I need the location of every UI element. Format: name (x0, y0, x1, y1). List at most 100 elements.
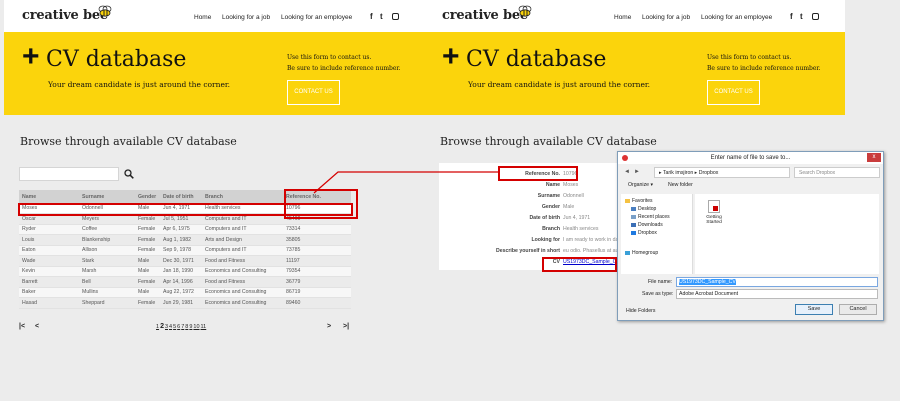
cell-gender: Male (135, 255, 160, 267)
first-page-button[interactable]: |< (19, 323, 25, 330)
hero-banner: + CV database Your dream candidate is ju… (4, 32, 425, 115)
site-logo[interactable]: creative bee (442, 8, 528, 23)
nav-looking-for-job[interactable]: Looking for a job (642, 14, 690, 21)
page-link-current[interactable]: 2 (160, 323, 164, 330)
column-header-surname[interactable]: Surname (79, 190, 135, 203)
prev-page-button[interactable]: < (35, 323, 39, 330)
contact-info-line: Use this form to contact us. (707, 54, 792, 61)
facebook-icon[interactable]: f (370, 12, 373, 21)
contact-info-line: Be sure to include reference number. (707, 65, 821, 72)
next-page-button[interactable]: > (327, 323, 331, 330)
page-link[interactable]: 10 (193, 324, 199, 330)
page-link[interactable]: 11 (201, 324, 207, 330)
nav-recent-places[interactable]: Recent places (631, 214, 670, 220)
save-type-select[interactable]: Adobe Acrobat Document (676, 289, 878, 299)
nav-looking-for-job[interactable]: Looking for a job (222, 14, 270, 21)
cell-dob: Jan 18, 1990 (160, 266, 202, 277)
column-header-gender[interactable]: Gender (135, 190, 160, 203)
close-button[interactable]: x (867, 153, 881, 162)
organize-menu[interactable]: Organize ▾ (628, 182, 653, 188)
page-link[interactable]: 5 (173, 324, 176, 330)
cell-reference: 36779 (283, 276, 351, 288)
save-button[interactable]: Save (795, 304, 833, 315)
table-row[interactable]: Hasad Sheppard Female Jun 29, 1981 Econo… (19, 297, 351, 309)
contact-us-button[interactable]: CONTACT US (707, 80, 760, 105)
search-icon[interactable] (124, 169, 134, 179)
cell-branch: Food and Fitness (202, 276, 283, 288)
contact-us-button[interactable]: CONTACT US (287, 80, 340, 105)
table-row[interactable]: Eaton Allison Female Sep 9, 1978 Compute… (19, 245, 351, 256)
nav-looking-for-employee[interactable]: Looking for an employee (701, 14, 772, 21)
page-link[interactable]: 7 (181, 324, 184, 330)
page-link[interactable]: 1 (156, 324, 159, 330)
nav-dropbox[interactable]: Dropbox (631, 230, 657, 236)
table-row[interactable]: Baker Mullins Male Aug 22, 1972 Economic… (19, 287, 351, 298)
page-title: CV database (466, 47, 607, 72)
cell-surname: Mullins (79, 287, 135, 298)
new-folder-button[interactable]: New folder (668, 182, 693, 188)
twitter-icon[interactable]: t (800, 12, 803, 21)
back-button[interactable]: ◄ (624, 169, 630, 175)
nav-looking-for-employee[interactable]: Looking for an employee (281, 14, 352, 21)
page-link[interactable]: 3 (165, 324, 168, 330)
table-row[interactable]: Ryder Coffee Female Apr 6, 1975 Computer… (19, 224, 351, 235)
page-subtitle: Your dream candidate is just around the … (468, 80, 651, 89)
browse-heading: Browse through available CV database (20, 135, 237, 148)
column-header-dob[interactable]: Date of birth (160, 190, 202, 203)
address-bar[interactable]: ▸ Tarik imsjiron ▸ Dropbox (654, 167, 790, 178)
nav-homegroup[interactable]: Homegroup (625, 250, 658, 256)
cell-surname: Coffee (79, 224, 135, 235)
hero-banner: + CV database Your dream candidate is ju… (424, 32, 845, 115)
reference-highlight-box (284, 189, 358, 219)
cell-dob: Apr 14, 1996 (160, 276, 202, 288)
bee-icon (518, 5, 532, 17)
cell-branch: Economics and Consulting (202, 266, 283, 277)
nav-home[interactable]: Home (194, 14, 211, 21)
column-header-branch[interactable]: Branch (202, 190, 283, 203)
nav-label: Recent places (638, 214, 670, 220)
file-name-input[interactable]: US1973DC_Sample_CV (676, 277, 878, 287)
page-link[interactable]: 6 (177, 324, 180, 330)
cell-name: Ryder (19, 224, 79, 235)
cell-dob: Aug 22, 1972 (160, 287, 202, 298)
cell-name: Eaton (19, 245, 79, 256)
navigation-pane: Favorites Desktop Recent places Download… (621, 194, 693, 274)
last-page-button[interactable]: >| (343, 323, 349, 330)
file-item[interactable]: Getting Started (703, 200, 725, 225)
cell-dob: Jun 29, 1981 (160, 297, 202, 309)
nav-favorites[interactable]: Favorites (625, 198, 653, 204)
nav-downloads[interactable]: Downloads (631, 222, 663, 228)
table-row[interactable]: Barrett Bell Female Apr 14, 1996 Food an… (19, 276, 351, 288)
search-input[interactable] (19, 167, 119, 181)
column-header-name[interactable]: Name (19, 190, 79, 203)
hide-folders-toggle[interactable]: Hide Folders (626, 308, 655, 314)
cancel-button[interactable]: Cancel (839, 304, 877, 315)
looking-for-label: Looking for (531, 237, 560, 243)
dialog-toolbar: Organize ▾ New folder (620, 182, 881, 192)
bee-icon (98, 5, 112, 17)
search-input[interactable]: Search Dropbox (794, 167, 880, 178)
site-header: creative bee Home Looking for a job Look… (4, 0, 425, 32)
branch-label: Branch (542, 226, 560, 232)
cell-surname: Marsh (79, 266, 135, 277)
table-row[interactable]: Kevin Marsh Male Jan 18, 1990 Economics … (19, 266, 351, 277)
table-row[interactable]: Wade Stark Male Dec 30, 1971 Food and Fi… (19, 255, 351, 267)
contact-info-line: Be sure to include reference number. (287, 65, 401, 72)
cell-dob: Dec 30, 1971 (160, 255, 202, 267)
forward-button[interactable]: ► (634, 169, 640, 175)
facebook-icon[interactable]: f (790, 12, 793, 21)
cell-branch: Economics and Consulting (202, 287, 283, 298)
cv-link-highlight-box (542, 257, 617, 272)
cell-gender: Female (135, 297, 160, 309)
page-link[interactable]: 8 (185, 324, 188, 330)
nav-home[interactable]: Home (614, 14, 631, 21)
site-logo[interactable]: creative bee (22, 8, 108, 23)
page-link[interactable]: 4 (169, 324, 172, 330)
twitter-icon[interactable]: t (380, 12, 383, 21)
pdf-file-icon (708, 200, 720, 213)
instagram-icon[interactable] (812, 13, 819, 20)
table-row[interactable]: Louis Blankenship Female Aug 1, 1982 Art… (19, 234, 351, 246)
instagram-icon[interactable] (392, 13, 399, 20)
page-link[interactable]: 9 (189, 324, 192, 330)
nav-desktop[interactable]: Desktop (631, 206, 656, 212)
